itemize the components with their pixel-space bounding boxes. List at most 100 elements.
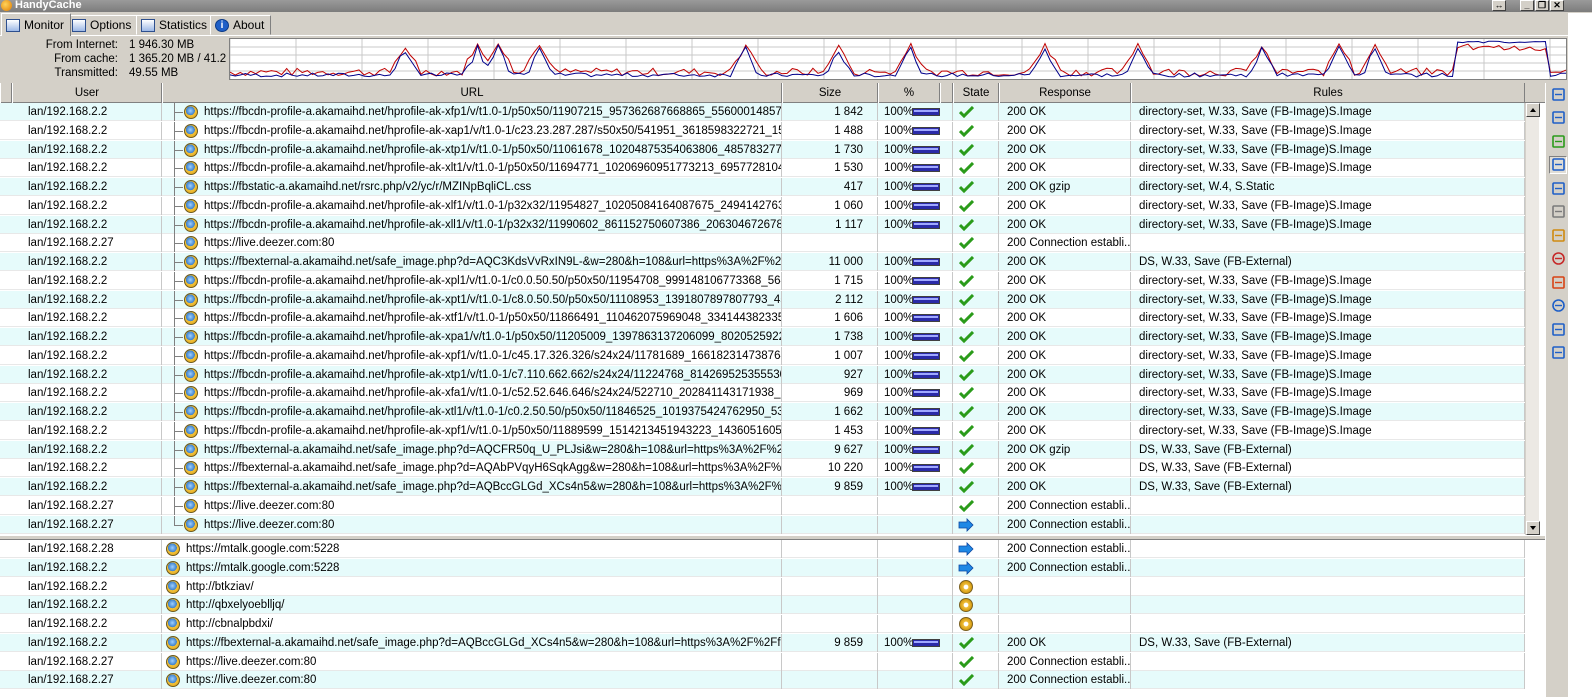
table-row[interactable]: lan/192.168.2.2 https://fbexternal-a.akam… — [0, 440, 1525, 459]
copy-icon[interactable] — [1549, 320, 1567, 338]
header-size[interactable]: Size — [782, 83, 878, 103]
table-row[interactable]: lan/192.168.2.27 https://live.deezer.com:… — [0, 234, 1525, 253]
clean-icon[interactable] — [1549, 226, 1567, 244]
table-row[interactable]: lan/192.168.2.2 https://fbcdn-profile-a.a… — [0, 384, 1525, 403]
cell-state — [953, 671, 999, 690]
table-row[interactable]: lan/192.168.2.2 https://fbexternal-a.akam… — [0, 459, 1525, 478]
table-row[interactable]: lan/192.168.2.27 https://live.deezer.com:… — [0, 515, 1525, 534]
table-row[interactable]: lan/192.168.2.28 https://mtalk.google.com… — [0, 540, 1525, 558]
cell-rules: directory-set, W.33, Save (FB-Image)S.Im… — [1131, 159, 1525, 178]
table-row[interactable]: lan/192.168.2.2 https://fbcdn-profile-a.a… — [0, 271, 1525, 290]
url-text: https://fbexternal-a.akamaihd.net/safe_i… — [204, 443, 782, 456]
filter-list-icon[interactable] — [1549, 155, 1567, 174]
header-response[interactable]: Response — [999, 83, 1131, 103]
cell-percent: 100% — [878, 178, 953, 196]
table-row[interactable]: lan/192.168.2.2 https://fbcdn-profile-a.a… — [0, 421, 1525, 440]
cell-url: https://fbcdn-profile-a.akamaihd.net/hpr… — [162, 103, 782, 121]
percent-text: 100% — [884, 368, 914, 381]
cell-user: lan/192.168.2.2 — [0, 253, 162, 271]
check-icon — [959, 162, 974, 175]
columns-icon[interactable] — [1549, 85, 1567, 103]
resize-icon[interactable]: ↔ — [1492, 0, 1506, 11]
tree-connector — [171, 234, 183, 253]
cell-user: lan/192.168.2.27 — [0, 652, 162, 671]
close-button[interactable]: ✕ — [1550, 0, 1564, 11]
cell-size: 1 715 — [782, 271, 878, 290]
table-row[interactable]: lan/192.168.2.2 https://fbcdn-profile-a.a… — [0, 309, 1525, 328]
tree-connector — [171, 365, 183, 384]
cell-percent: 100% — [878, 421, 953, 440]
restore-button[interactable]: ❐ — [1535, 0, 1549, 11]
header-percent[interactable]: % — [878, 83, 940, 103]
stop-icon[interactable] — [1549, 250, 1567, 268]
table-row[interactable]: lan/192.168.2.2 https://fbcdn-profile-a.a… — [0, 159, 1525, 178]
table-row[interactable]: lan/192.168.2.2 https://fbexternal-a.akam… — [0, 633, 1525, 652]
table-row[interactable]: lan/192.168.2.2 https://fbstatic-a.akamai… — [0, 178, 1525, 196]
table-row[interactable]: lan/192.168.2.2 https://fbcdn-profile-a.a… — [0, 196, 1525, 215]
vertical-scrollbar[interactable] — [1525, 103, 1540, 535]
cell-size: 2 112 — [782, 290, 878, 309]
search-page-icon[interactable] — [1549, 179, 1567, 197]
cell-response: 200 Connection establi... — [999, 496, 1131, 515]
table-row[interactable]: lan/192.168.2.2 http://cbnalpbdxi/ — [0, 615, 1525, 633]
tree-connector — [171, 346, 183, 365]
percent-text: 100% — [884, 312, 914, 325]
cell-user: lan/192.168.2.2 — [0, 577, 162, 596]
table-row[interactable]: lan/192.168.2.2 https://fbexternal-a.akam… — [0, 253, 1525, 271]
table-row[interactable]: lan/192.168.2.2 https://fbexternal-a.akam… — [0, 478, 1525, 496]
minimize-button[interactable]: _ — [1520, 0, 1534, 11]
tab-monitor[interactable]: Monitor — [1, 13, 72, 36]
url-text: https://fbexternal-a.akamaihd.net/safe_i… — [186, 636, 782, 649]
cell-state — [953, 496, 999, 515]
traffic-graph — [229, 38, 1567, 80]
scroll-up-button[interactable] — [1526, 103, 1540, 117]
cell-rules: directory-set, W.33, Save (FB-Image)S.Im… — [1131, 421, 1525, 440]
header-state[interactable]: State — [953, 83, 999, 103]
cell-percent: 100% — [878, 328, 953, 346]
url-text: https://live.deezer.com:80 — [204, 518, 335, 531]
table-row[interactable]: lan/192.168.2.2 https://fbcdn-profile-a.a… — [0, 215, 1525, 234]
scroll-down-button[interactable] — [1526, 521, 1540, 535]
tab-about[interactable]: i About — [210, 15, 272, 35]
table-row[interactable]: lan/192.168.2.2 https://fbcdn-profile-a.a… — [0, 140, 1525, 159]
cell-user: lan/192.168.2.2 — [0, 178, 162, 196]
tab-options[interactable]: Options — [67, 15, 139, 35]
globe-icon — [166, 673, 180, 688]
cell-url: https://live.deezer.com:80 — [162, 496, 782, 515]
download-icon[interactable] — [1549, 273, 1567, 291]
table-row[interactable]: lan/192.168.2.2 https://fbcdn-profile-a.a… — [0, 103, 1525, 121]
table-row[interactable]: lan/192.168.2.2 https://fbcdn-profile-a.a… — [0, 403, 1525, 421]
table-row[interactable]: lan/192.168.2.2 http://btkziav/ — [0, 577, 1525, 596]
add-icon[interactable] — [1549, 132, 1567, 150]
cell-response: 200 OK — [999, 459, 1131, 478]
tab-statistics[interactable]: Statistics — [136, 15, 215, 35]
table-row[interactable]: lan/192.168.2.27 https://live.deezer.com:… — [0, 496, 1525, 515]
table-row[interactable]: lan/192.168.2.2 https://fbcdn-profile-a.a… — [0, 328, 1525, 346]
progress-bar — [912, 276, 940, 285]
cell-url: https://fbcdn-profile-a.akamaihd.net/hpr… — [162, 196, 782, 215]
check-icon — [959, 143, 974, 156]
table-row[interactable]: lan/192.168.2.27 https://live.deezer.com:… — [0, 671, 1525, 690]
table-row[interactable]: lan/192.168.2.2 https://fbcdn-profile-a.a… — [0, 365, 1525, 384]
header-url[interactable]: URL — [162, 83, 782, 103]
table-row[interactable]: lan/192.168.2.27 https://live.deezer.com:… — [0, 652, 1525, 671]
cell-user: lan/192.168.2.27 — [0, 671, 162, 690]
progress-bar — [912, 108, 940, 116]
cell-rules — [1131, 515, 1525, 534]
delete-icon[interactable] — [1549, 344, 1567, 362]
table-row[interactable]: lan/192.168.2.2 https://fbcdn-profile-a.a… — [0, 346, 1525, 365]
table-row[interactable]: lan/192.168.2.2 https://fbcdn-profile-a.a… — [0, 290, 1525, 309]
check-icon — [959, 655, 974, 668]
cell-state — [953, 558, 999, 577]
cell-user: lan/192.168.2.2 — [0, 421, 162, 440]
cell-user: lan/192.168.2.2 — [0, 478, 162, 496]
table-row[interactable]: lan/192.168.2.2 https://fbcdn-profile-a.a… — [0, 121, 1525, 140]
header-rules[interactable]: Rules — [1131, 83, 1525, 103]
table-row[interactable]: lan/192.168.2.2 http://qbxelyoeblljq/ — [0, 596, 1525, 615]
globe-icon[interactable] — [1549, 297, 1567, 315]
cell-user: lan/192.168.2.2 — [0, 384, 162, 403]
tools-icon[interactable] — [1549, 203, 1567, 221]
table-row[interactable]: lan/192.168.2.2 https://mtalk.google.com:… — [0, 558, 1525, 577]
header-user[interactable]: User — [12, 83, 162, 103]
list-icon[interactable] — [1549, 109, 1567, 127]
